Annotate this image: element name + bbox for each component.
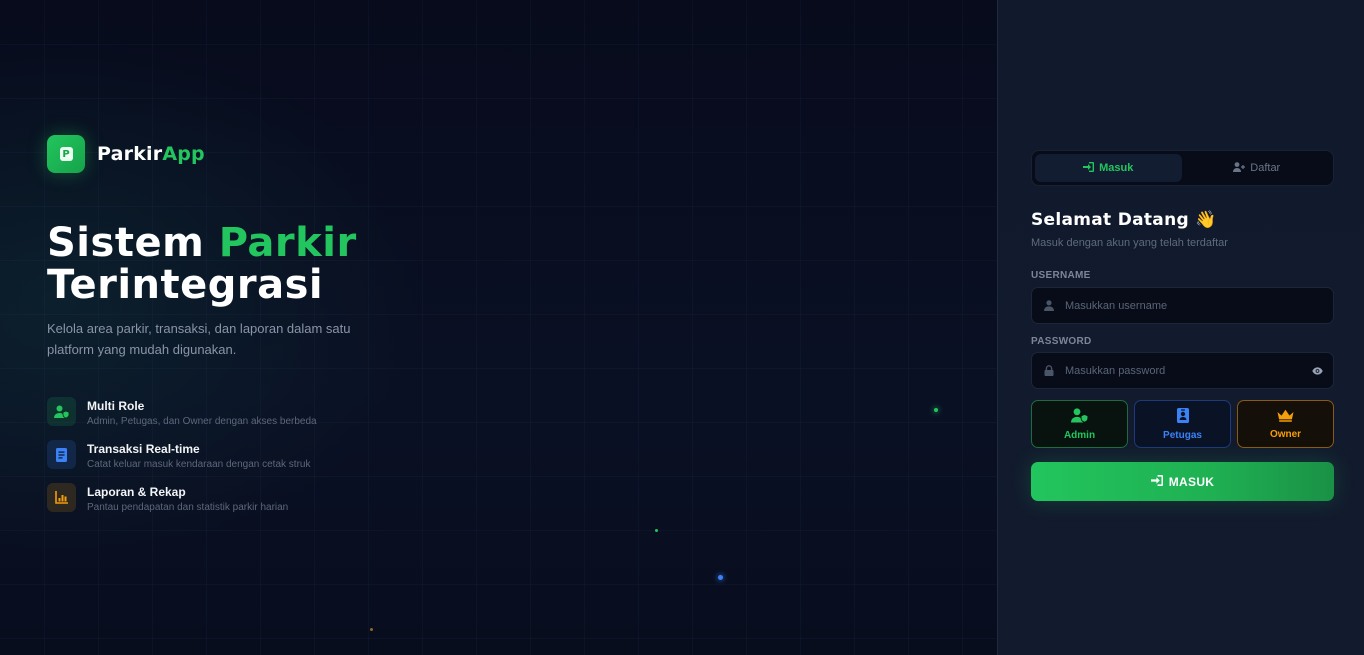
hero-title: Sistem Parkir Terintegrasi <box>47 222 357 306</box>
wave-icon: 👋 <box>1195 210 1217 230</box>
parking-p-icon: P <box>47 135 85 173</box>
welcome-subtitle: Masuk dengan akun yang telah terdaftar <box>1031 237 1228 249</box>
role-selector: Admin Petugas Owner <box>1031 400 1334 448</box>
submit-label: MASUK <box>1168 474 1215 489</box>
role-admin-button[interactable]: Admin <box>1031 400 1128 448</box>
feature-subtitle: Catat keluar masuk kendaraan dengan ceta… <box>87 459 311 470</box>
username-input[interactable] <box>1065 288 1333 323</box>
password-field <box>1031 352 1334 389</box>
username-label: USERNAME <box>1031 270 1091 281</box>
tab-login-label: Masuk <box>1099 162 1134 174</box>
hero-title-highlight: Parkir <box>218 220 357 266</box>
users-shield-icon <box>47 397 76 426</box>
auth-panel: Masuk Daftar Selamat Datang 👋 Masuk deng… <box>997 0 1364 655</box>
feature-title: Multi Role <box>87 399 145 413</box>
username-field <box>1031 287 1334 324</box>
hero-title-line2: Terintegrasi <box>47 262 324 308</box>
user-shield-icon <box>1070 407 1089 426</box>
feature-title: Transaksi Real-time <box>87 442 200 456</box>
decorative-dot <box>934 408 938 412</box>
password-label: PASSWORD <box>1031 336 1092 347</box>
brand-name-part1: Parkir <box>97 143 163 165</box>
role-label: Owner <box>1269 428 1302 440</box>
tab-register-label: Daftar <box>1250 162 1281 174</box>
brand-name: ParkirApp <box>97 143 205 165</box>
welcome-title: Selamat Datang 👋 <box>1031 210 1217 230</box>
role-label: Admin <box>1063 429 1096 441</box>
decorative-dot <box>718 575 723 580</box>
user-plus-icon <box>1233 161 1246 175</box>
receipt-icon <box>47 440 76 469</box>
tab-register[interactable]: Daftar <box>1184 154 1331 182</box>
role-owner-button[interactable]: Owner <box>1237 400 1334 448</box>
hero-description: Kelola area parkir, transaksi, dan lapor… <box>47 321 351 357</box>
sign-in-icon <box>1150 474 1163 489</box>
feature-item: Laporan & Rekap Pantau pendapatan dan st… <box>47 483 317 513</box>
auth-tabs: Masuk Daftar <box>1031 150 1334 186</box>
feature-title: Laporan & Rekap <box>87 485 186 499</box>
decorative-dot <box>655 529 658 532</box>
feature-item: Multi Role Admin, Petugas, dan Owner den… <box>47 397 317 427</box>
eye-icon[interactable] <box>1301 366 1333 375</box>
feature-item: Transaksi Real-time Catat keluar masuk k… <box>47 440 317 470</box>
hero-panel: P ParkirApp Sistem Parkir Terintegrasi K… <box>0 0 997 655</box>
role-label: Petugas <box>1163 429 1202 441</box>
hero-title-part1: Sistem <box>47 220 219 266</box>
feature-subtitle: Pantau pendapatan dan statistik parkir h… <box>87 502 289 513</box>
crown-icon <box>1277 409 1294 425</box>
lock-icon <box>1032 365 1065 376</box>
role-petugas-button[interactable]: Petugas <box>1134 400 1231 448</box>
feature-list: Multi Role Admin, Petugas, dan Owner den… <box>47 397 317 526</box>
welcome-title-text: Selamat Datang <box>1031 210 1189 230</box>
id-badge-icon <box>1176 407 1189 426</box>
decorative-dot <box>370 628 373 631</box>
tab-login[interactable]: Masuk <box>1035 154 1182 182</box>
user-icon <box>1032 300 1065 311</box>
chart-icon <box>47 483 76 512</box>
sign-in-icon <box>1083 161 1095 175</box>
login-submit-button[interactable]: MASUK <box>1031 462 1334 501</box>
brand: P ParkirApp <box>47 135 205 173</box>
brand-name-part2: App <box>162 143 205 165</box>
feature-subtitle: Admin, Petugas, dan Owner dengan akses b… <box>87 416 317 427</box>
password-input[interactable] <box>1065 353 1301 388</box>
